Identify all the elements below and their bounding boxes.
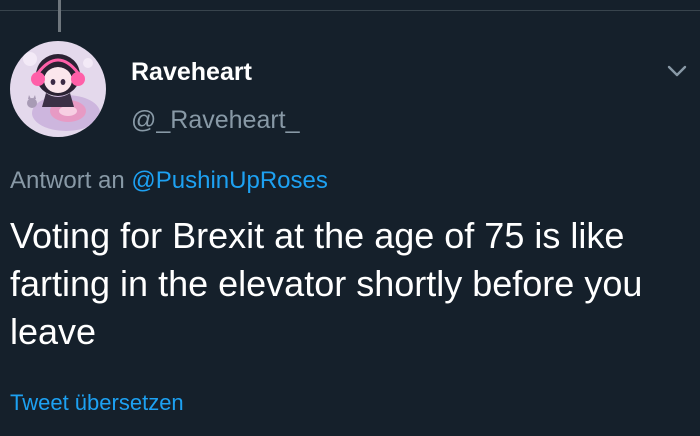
anime-girl-avatar-icon [10,41,106,137]
top-divider [0,10,700,11]
avatar[interactable] [10,41,106,137]
display-name[interactable]: Raveheart [131,58,252,87]
translate-tweet-link[interactable]: Tweet übersetzen [10,390,184,416]
tweet-text: Voting for Brexit at the age of 75 is li… [10,215,643,352]
reply-mention-link[interactable]: @PushinUpRoses [131,167,327,194]
chevron-down-icon[interactable] [664,58,690,84]
reply-prefix: Antwort an [10,167,125,194]
thread-connector-line [58,0,61,32]
user-handle[interactable]: @_Raveheart_ [131,106,300,135]
reply-context: Antwort an @PushinUpRoses [10,167,328,195]
